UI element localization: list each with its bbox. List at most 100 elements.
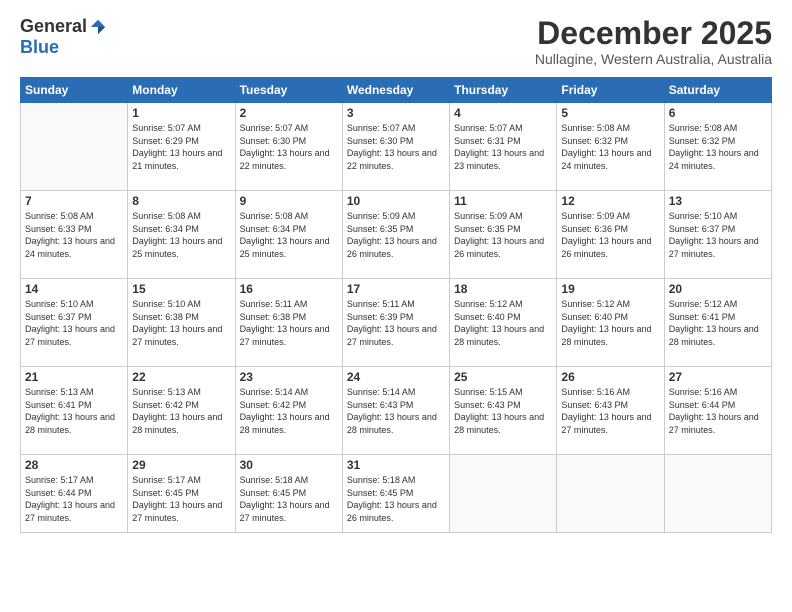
logo-icon xyxy=(89,18,107,36)
table-row: 20Sunrise: 5:12 AM Sunset: 6:41 PM Dayli… xyxy=(664,279,771,367)
table-row: 17 Sunrise: 5:11 AM Sunset: 6:39 PM Dayli… xyxy=(342,279,449,367)
logo-blue-text: Blue xyxy=(20,37,59,58)
day-info: Sunrise: 5:10 AM Sunset: 6:38 PM Dayligh… xyxy=(132,298,230,348)
day-info: Sunrise: 5:16 AM Sunset: 6:43 PM Dayligh… xyxy=(561,386,659,436)
day-info: Sunrise: 5:09 AM Sunset: 6:35 PM Dayligh… xyxy=(347,210,445,260)
day-info: Sunrise: 5:12 AM Sunset: 6:40 PM Dayligh… xyxy=(454,298,552,348)
day-number: 20 xyxy=(669,282,767,296)
day-number: 1 xyxy=(132,106,230,120)
col-monday: Monday xyxy=(128,78,235,103)
table-row: 4 Sunrise: 5:07 AM Sunset: 6:31 PM Daylig… xyxy=(450,103,557,191)
table-row: 2 Sunrise: 5:07 AM Sunset: 6:30 PM Daylig… xyxy=(235,103,342,191)
table-row: 21Sunrise: 5:13 AM Sunset: 6:41 PM Dayli… xyxy=(21,367,128,455)
location-subtitle: Nullagine, Western Australia, Australia xyxy=(535,51,772,67)
day-info: Sunrise: 5:17 AM Sunset: 6:44 PM Dayligh… xyxy=(25,474,123,524)
day-number: 18 xyxy=(454,282,552,296)
day-number: 24 xyxy=(347,370,445,384)
logo: General Blue xyxy=(20,16,107,58)
page: General Blue December 2025 Nullagine, We… xyxy=(0,0,792,612)
table-row: 3 Sunrise: 5:07 AM Sunset: 6:30 PM Daylig… xyxy=(342,103,449,191)
table-row: 1 Sunrise: 5:07 AM Sunset: 6:29 PM Daylig… xyxy=(128,103,235,191)
day-number: 10 xyxy=(347,194,445,208)
day-number: 14 xyxy=(25,282,123,296)
day-number: 30 xyxy=(240,458,338,472)
day-info: Sunrise: 5:07 AM Sunset: 6:31 PM Dayligh… xyxy=(454,122,552,172)
calendar-header-row: Sunday Monday Tuesday Wednesday Thursday… xyxy=(21,78,772,103)
table-row: 27 Sunrise: 5:16 AM Sunset: 6:44 PM Dayli… xyxy=(664,367,771,455)
table-row: 25 Sunrise: 5:15 AM Sunset: 6:43 PM Dayli… xyxy=(450,367,557,455)
col-saturday: Saturday xyxy=(664,78,771,103)
table-row: 16 Sunrise: 5:11 AM Sunset: 6:38 PM Dayli… xyxy=(235,279,342,367)
day-number: 28 xyxy=(25,458,123,472)
header: General Blue December 2025 Nullagine, We… xyxy=(20,16,772,67)
day-number: 25 xyxy=(454,370,552,384)
day-info: Sunrise: 5:08 AM Sunset: 6:34 PM Dayligh… xyxy=(240,210,338,260)
day-info: Sunrise: 5:10 AM Sunset: 6:37 PM Dayligh… xyxy=(669,210,767,260)
day-info: Sunrise: 5:18 AM Sunset: 6:45 PM Dayligh… xyxy=(240,474,338,524)
day-number: 29 xyxy=(132,458,230,472)
day-number: 3 xyxy=(347,106,445,120)
table-row: 23Sunrise: 5:14 AM Sunset: 6:42 PM Dayli… xyxy=(235,367,342,455)
table-row: 10 Sunrise: 5:09 AM Sunset: 6:35 PM Dayli… xyxy=(342,191,449,279)
day-info: Sunrise: 5:14 AM Sunset: 6:42 PM Dayligh… xyxy=(240,386,338,436)
day-number: 12 xyxy=(561,194,659,208)
table-row: 22Sunrise: 5:13 AM Sunset: 6:42 PM Dayli… xyxy=(128,367,235,455)
calendar-table: Sunday Monday Tuesday Wednesday Thursday… xyxy=(20,77,772,533)
day-info: Sunrise: 5:07 AM Sunset: 6:29 PM Dayligh… xyxy=(132,122,230,172)
table-row: 5 Sunrise: 5:08 AM Sunset: 6:32 PM Daylig… xyxy=(557,103,664,191)
table-row: 14 Sunrise: 5:10 AM Sunset: 6:37 PM Dayli… xyxy=(21,279,128,367)
day-info: Sunrise: 5:09 AM Sunset: 6:36 PM Dayligh… xyxy=(561,210,659,260)
day-number: 27 xyxy=(669,370,767,384)
day-info: Sunrise: 5:08 AM Sunset: 6:32 PM Dayligh… xyxy=(561,122,659,172)
day-info: Sunrise: 5:07 AM Sunset: 6:30 PM Dayligh… xyxy=(347,122,445,172)
day-info: Sunrise: 5:17 AM Sunset: 6:45 PM Dayligh… xyxy=(132,474,230,524)
day-number: 16 xyxy=(240,282,338,296)
day-info: Sunrise: 5:09 AM Sunset: 6:35 PM Dayligh… xyxy=(454,210,552,260)
table-row: 18 Sunrise: 5:12 AM Sunset: 6:40 PM Dayli… xyxy=(450,279,557,367)
table-row: 12 Sunrise: 5:09 AM Sunset: 6:36 PM Dayli… xyxy=(557,191,664,279)
day-info: Sunrise: 5:15 AM Sunset: 6:43 PM Dayligh… xyxy=(454,386,552,436)
day-number: 4 xyxy=(454,106,552,120)
day-number: 6 xyxy=(669,106,767,120)
table-row: 9 Sunrise: 5:08 AM Sunset: 6:34 PM Daylig… xyxy=(235,191,342,279)
table-row: 19Sunrise: 5:12 AM Sunset: 6:40 PM Dayli… xyxy=(557,279,664,367)
table-row: 24 Sunrise: 5:14 AM Sunset: 6:43 PM Dayli… xyxy=(342,367,449,455)
day-number: 13 xyxy=(669,194,767,208)
day-number: 31 xyxy=(347,458,445,472)
day-number: 15 xyxy=(132,282,230,296)
table-row: 31 Sunrise: 5:18 AM Sunset: 6:45 PM Dayli… xyxy=(342,455,449,533)
table-row: 30 Sunrise: 5:18 AM Sunset: 6:45 PM Dayli… xyxy=(235,455,342,533)
table-row xyxy=(557,455,664,533)
day-number: 7 xyxy=(25,194,123,208)
day-number: 2 xyxy=(240,106,338,120)
col-tuesday: Tuesday xyxy=(235,78,342,103)
title-block: December 2025 Nullagine, Western Austral… xyxy=(535,16,772,67)
day-info: Sunrise: 5:16 AM Sunset: 6:44 PM Dayligh… xyxy=(669,386,767,436)
day-info: Sunrise: 5:10 AM Sunset: 6:37 PM Dayligh… xyxy=(25,298,123,348)
day-info: Sunrise: 5:07 AM Sunset: 6:30 PM Dayligh… xyxy=(240,122,338,172)
table-row: 26 Sunrise: 5:16 AM Sunset: 6:43 PM Dayli… xyxy=(557,367,664,455)
table-row xyxy=(664,455,771,533)
day-number: 26 xyxy=(561,370,659,384)
day-info: Sunrise: 5:11 AM Sunset: 6:38 PM Dayligh… xyxy=(240,298,338,348)
table-row: 7 Sunrise: 5:08 AM Sunset: 6:33 PM Daylig… xyxy=(21,191,128,279)
day-info: Sunrise: 5:18 AM Sunset: 6:45 PM Dayligh… xyxy=(347,474,445,524)
table-row: 6Sunrise: 5:08 AM Sunset: 6:32 PM Daylig… xyxy=(664,103,771,191)
day-info: Sunrise: 5:11 AM Sunset: 6:39 PM Dayligh… xyxy=(347,298,445,348)
day-number: 19 xyxy=(561,282,659,296)
table-row xyxy=(450,455,557,533)
table-row: 29 Sunrise: 5:17 AM Sunset: 6:45 PM Dayli… xyxy=(128,455,235,533)
logo-general-text: General xyxy=(20,16,87,37)
day-number: 5 xyxy=(561,106,659,120)
day-info: Sunrise: 5:08 AM Sunset: 6:34 PM Dayligh… xyxy=(132,210,230,260)
table-row: 28 Sunrise: 5:17 AM Sunset: 6:44 PM Dayli… xyxy=(21,455,128,533)
col-wednesday: Wednesday xyxy=(342,78,449,103)
day-number: 9 xyxy=(240,194,338,208)
day-info: Sunrise: 5:08 AM Sunset: 6:33 PM Dayligh… xyxy=(25,210,123,260)
day-number: 17 xyxy=(347,282,445,296)
day-info: Sunrise: 5:13 AM Sunset: 6:42 PM Dayligh… xyxy=(132,386,230,436)
table-row: 11 Sunrise: 5:09 AM Sunset: 6:35 PM Dayli… xyxy=(450,191,557,279)
day-info: Sunrise: 5:14 AM Sunset: 6:43 PM Dayligh… xyxy=(347,386,445,436)
day-info: Sunrise: 5:13 AM Sunset: 6:41 PM Dayligh… xyxy=(25,386,123,436)
day-number: 11 xyxy=(454,194,552,208)
